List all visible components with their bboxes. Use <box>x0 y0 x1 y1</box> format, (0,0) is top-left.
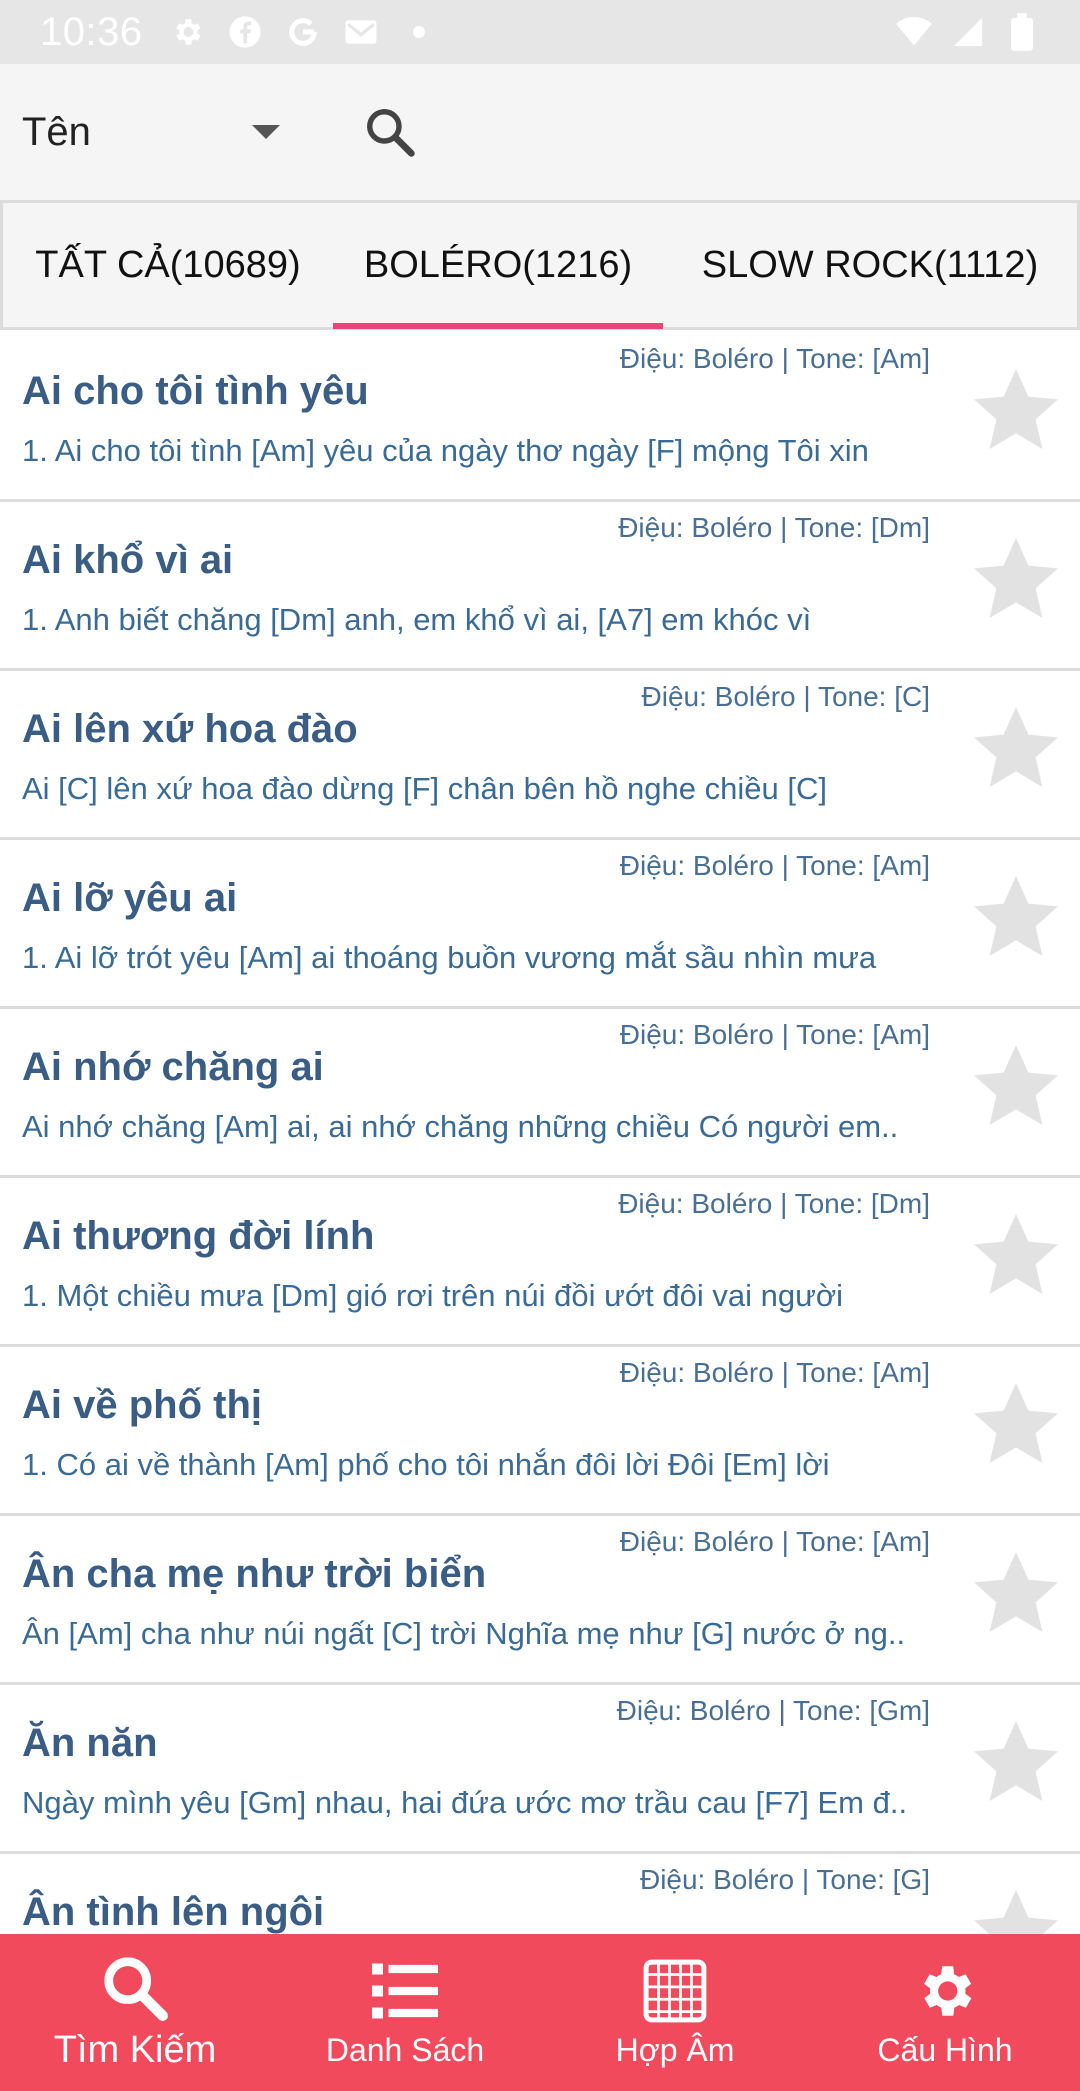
list-item[interactable]: Điệu: Boléro | Tone: [Am] Ân cha mẹ như … <box>0 1516 1080 1685</box>
favorite-star-icon[interactable] <box>968 1715 1064 1811</box>
tab-slow-rock[interactable]: SLOW ROCK(1112) <box>663 203 1077 327</box>
song-meta: Điệu: Boléro | Tone: [Gm] <box>616 1695 930 1726</box>
chevron-down-icon <box>252 125 280 139</box>
tab-all[interactable]: TẤT CẢ(10689) <box>3 203 333 327</box>
song-title: Ai nhớ chăng ai <box>22 1045 324 1089</box>
search-bar: Tên <box>0 64 1080 200</box>
song-title: Ai về phố thị <box>22 1383 262 1427</box>
signal-icon <box>950 14 986 50</box>
search-icon <box>100 1953 170 2023</box>
gear-icon <box>169 14 205 50</box>
song-title: Ăn năn <box>22 1721 158 1765</box>
song-lyric: Ai nhớ chăng [Am] ai, ai nhớ chăng những… <box>22 1109 899 1144</box>
list-item[interactable]: Điệu: Boléro | Tone: [C] Ai lên xứ hoa đ… <box>0 671 1080 840</box>
song-lyric: 1. Một chiều mưa [Dm] gió rơi trên núi đ… <box>22 1278 844 1313</box>
song-meta: Điệu: Boléro | Tone: [G] <box>639 1864 930 1895</box>
nav-settings-label: Cấu Hình <box>877 2032 1013 2068</box>
bottom-nav: Tìm Kiếm Danh Sách Hợp Âm Cấu Hình <box>0 1934 1080 2091</box>
favorite-star-icon[interactable] <box>968 870 1064 966</box>
category-tabs: TẤT CẢ(10689) BOLÉRO(1216) SLOW ROCK(111… <box>0 200 1080 330</box>
battery-icon <box>1004 13 1040 51</box>
list-item[interactable]: Điệu: Boléro | Tone: [Dm] Ai thương đời … <box>0 1178 1080 1347</box>
status-right-icons <box>896 13 1040 51</box>
song-meta: Điệu: Boléro | Tone: [C] <box>641 681 930 712</box>
song-lyric: 1. Có ai về thành [Am] phố cho tôi nhắn … <box>22 1447 830 1482</box>
song-lyric: Ngày mình yêu [Gm] nhau, hai đứa ước mơ … <box>22 1785 908 1820</box>
chord-chart-icon <box>640 1956 710 2026</box>
song-meta: Điệu: Boléro | Tone: [Dm] <box>618 1188 930 1219</box>
search-field-value: Tên <box>22 109 91 154</box>
wifi-icon <box>896 14 932 50</box>
song-meta: Điệu: Boléro | Tone: [Am] <box>619 343 930 374</box>
dot-icon <box>401 14 437 50</box>
list-icon <box>370 1956 440 2026</box>
list-item[interactable]: Điệu: Boléro | Tone: [Dm] Ai khổ vì ai 1… <box>0 502 1080 671</box>
song-title: Ân cha mẹ như trời biển <box>22 1552 487 1596</box>
favorite-star-icon[interactable] <box>968 701 1064 797</box>
tab-bolero[interactable]: BOLÉRO(1216) <box>333 203 663 329</box>
song-lyric: Ai [C] lên xứ hoa đào dừng [F] chân bên … <box>22 771 827 806</box>
song-title: Ai lên xứ hoa đào <box>22 707 358 751</box>
favorite-star-icon[interactable] <box>968 1208 1064 1304</box>
status-left-icons <box>169 14 437 50</box>
song-title: Ân tình lên ngôi <box>22 1890 325 1934</box>
song-title: Ai lỡ yêu ai <box>22 876 238 920</box>
song-meta: Điệu: Boléro | Tone: [Am] <box>619 1357 930 1388</box>
favorite-star-icon[interactable] <box>968 1546 1064 1642</box>
nav-list-label: Danh Sách <box>325 2032 485 2068</box>
search-icon <box>367 109 415 157</box>
list-item[interactable]: Điệu: Boléro | Tone: [G] Ân tình lên ngô… <box>0 1854 1080 1934</box>
song-lyric: 1. Anh biết chăng [Dm] anh, em khổ vì ai… <box>22 602 812 637</box>
list-item[interactable]: Điệu: Boléro | Tone: [Am] Ai lỡ yêu ai 1… <box>0 840 1080 1009</box>
list-item[interactable]: Điệu: Boléro | Tone: [Am] Ai nhớ chăng a… <box>0 1009 1080 1178</box>
nav-settings[interactable]: Cấu Hình <box>810 1934 1080 2091</box>
song-title: Ai khổ vì ai <box>22 538 234 582</box>
song-lyric: Ân [Am] cha như núi ngất [C] trời Nghĩa … <box>22 1616 906 1651</box>
facebook-icon <box>227 14 263 50</box>
nav-list[interactable]: Danh Sách <box>270 1934 540 2091</box>
status-time: 10:36 <box>40 9 143 54</box>
gmail-icon <box>343 14 379 50</box>
search-field-select[interactable]: Tên <box>22 87 280 177</box>
status-bar: 10:36 <box>0 0 1080 64</box>
gear-icon <box>910 1956 980 2026</box>
list-item[interactable]: Điệu: Boléro | Tone: [Gm] Ăn năn Ngày mì… <box>0 1685 1080 1854</box>
song-lyric: 1. Ai lỡ trót yêu [Am] ai thoáng buồn vư… <box>22 940 877 975</box>
favorite-star-icon[interactable] <box>968 363 1064 459</box>
search-button[interactable] <box>360 102 420 162</box>
list-item[interactable]: Điệu: Boléro | Tone: [Am] Ai cho tôi tìn… <box>0 333 1080 502</box>
list-item[interactable]: Điệu: Boléro | Tone: [Am] Ai về phố thị … <box>0 1347 1080 1516</box>
song-list[interactable]: Điệu: Boléro | Tone: [Am] Ai cho tôi tìn… <box>0 333 1080 1934</box>
nav-chords-label: Hợp Âm <box>615 2032 735 2068</box>
nav-search[interactable]: Tìm Kiếm <box>0 1934 270 2091</box>
favorite-star-icon[interactable] <box>968 1884 1064 1934</box>
song-title: Ai cho tôi tình yêu <box>22 369 369 413</box>
song-meta: Điệu: Boléro | Tone: [Am] <box>619 1526 930 1557</box>
favorite-star-icon[interactable] <box>968 532 1064 628</box>
song-meta: Điệu: Boléro | Tone: [Am] <box>619 1019 930 1050</box>
song-lyric: 1. Ai cho tôi tình [Am] yêu của ngày thơ… <box>22 433 869 468</box>
nav-search-label: Tìm Kiếm <box>53 2029 217 2071</box>
song-meta: Điệu: Boléro | Tone: [Dm] <box>618 512 930 543</box>
google-icon <box>285 14 321 50</box>
song-meta: Điệu: Boléro | Tone: [Am] <box>619 850 930 881</box>
favorite-star-icon[interactable] <box>968 1377 1064 1473</box>
favorite-star-icon[interactable] <box>968 1039 1064 1135</box>
nav-chords[interactable]: Hợp Âm <box>540 1934 810 2091</box>
song-title: Ai thương đời lính <box>22 1214 375 1258</box>
